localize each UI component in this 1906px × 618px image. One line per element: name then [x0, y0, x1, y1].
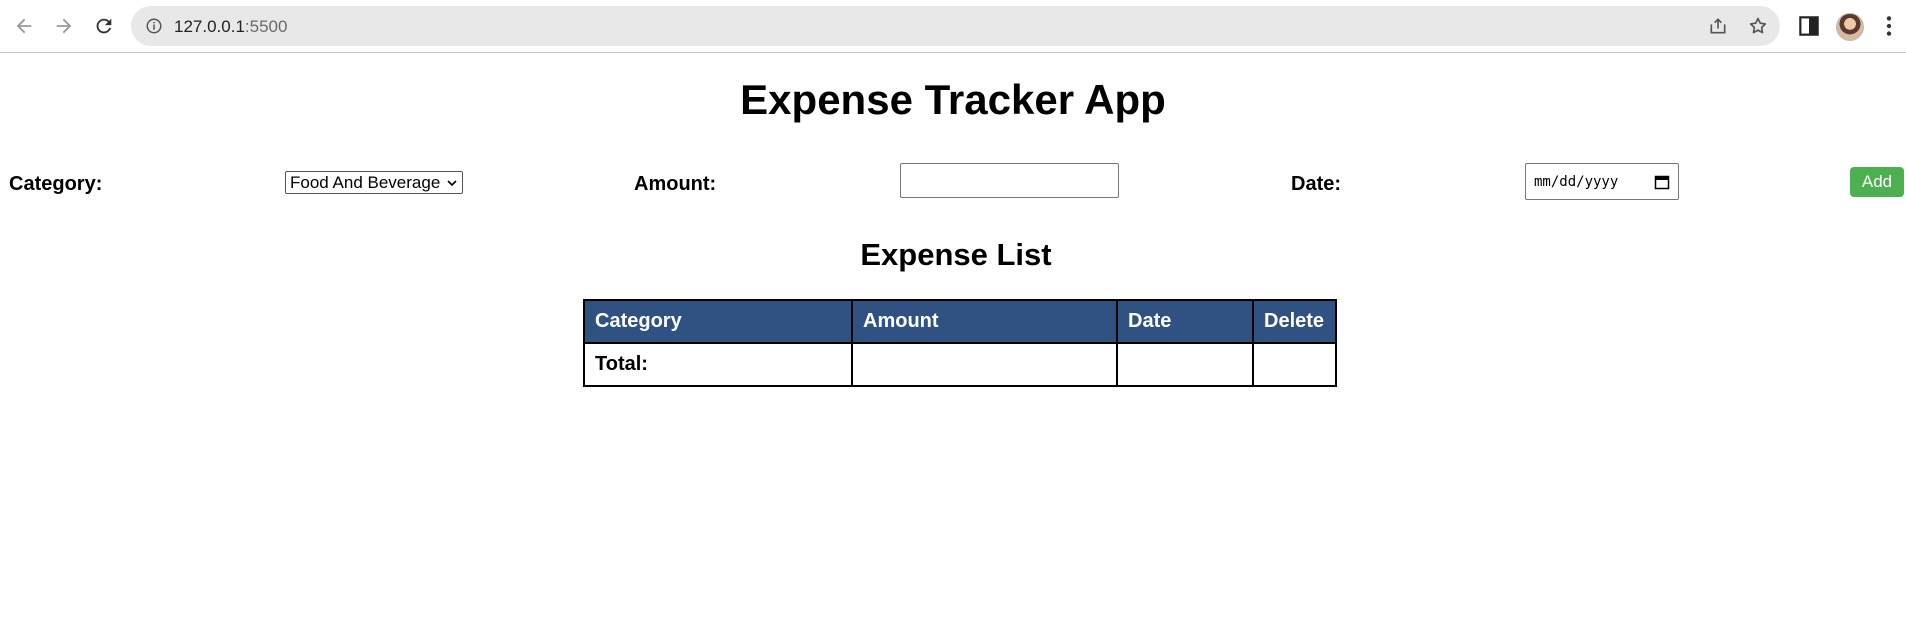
- date-input[interactable]: mm/dd/yyyy: [1525, 163, 1679, 200]
- category-selected: Food And Beverage: [290, 172, 441, 192]
- total-delete: [1252, 342, 1337, 387]
- back-icon[interactable]: [8, 10, 40, 42]
- date-placeholder: mm/dd/yyyy: [1534, 173, 1619, 190]
- total-amount: [851, 342, 1118, 387]
- star-icon[interactable]: [1748, 16, 1768, 36]
- total-label: Total:: [583, 342, 853, 387]
- url-text[interactable]: 127.0.0.1:5500: [174, 17, 287, 37]
- header-delete: Delete: [1252, 299, 1337, 344]
- total-date: [1116, 342, 1254, 387]
- header-date: Date: [1116, 299, 1254, 344]
- chevron-down-icon: [447, 179, 457, 186]
- date-label: Date:: [1291, 173, 1342, 195]
- category-select[interactable]: Food And Beverage: [285, 171, 463, 194]
- menu-icon[interactable]: [1876, 13, 1902, 39]
- expense-form: Category: Food And Beverage Amount: Date…: [0, 163, 1906, 203]
- total-row: Total:: [583, 342, 1337, 387]
- address-bar[interactable]: 127.0.0.1:5500: [131, 6, 1780, 46]
- add-button[interactable]: Add: [1850, 167, 1904, 197]
- expense-table: Category Amount Date Delete Total:: [583, 299, 1337, 387]
- share-icon[interactable]: [1708, 16, 1728, 36]
- expense-list-title: Expense List: [860, 237, 1052, 272]
- app-title: Expense Tracker App: [740, 76, 1166, 123]
- table-header-row: Category Amount Date Delete: [583, 299, 1337, 344]
- info-icon[interactable]: [145, 17, 163, 35]
- browser-toolbar: 127.0.0.1:5500: [0, 0, 1906, 53]
- amount-label: Amount:: [634, 173, 717, 195]
- category-label: Category:: [9, 173, 103, 195]
- url-host: 127.0.0.1: [174, 17, 245, 36]
- header-amount: Amount: [851, 299, 1118, 344]
- header-category: Category: [583, 299, 853, 344]
- reload-icon[interactable]: [88, 10, 120, 42]
- side-panel-icon[interactable]: [1796, 13, 1822, 39]
- forward-icon[interactable]: [48, 10, 80, 42]
- amount-input[interactable]: [900, 163, 1119, 198]
- avatar[interactable]: [1836, 13, 1864, 41]
- url-port: :5500: [244, 17, 288, 36]
- calendar-icon[interactable]: [1654, 174, 1670, 190]
